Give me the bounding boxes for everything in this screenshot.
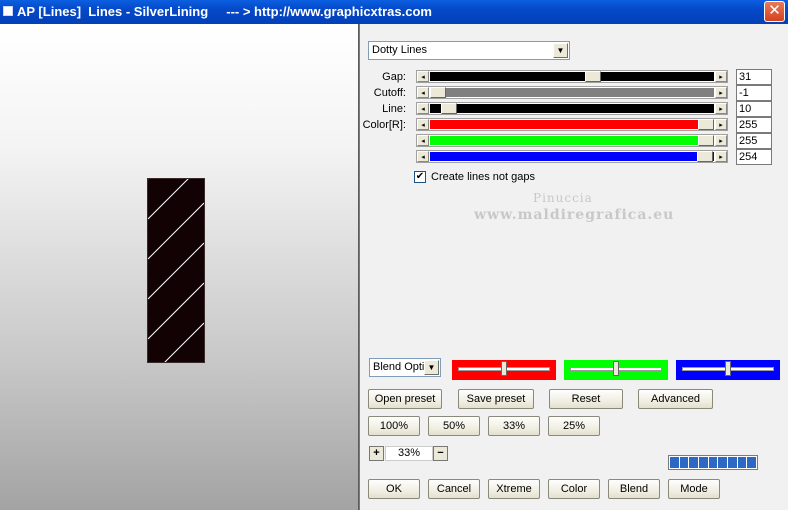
- blend-options-value: Blend Optio: [373, 361, 425, 373]
- zoom-50-button[interactable]: 50%: [428, 416, 480, 436]
- gap-slider[interactable]: ◂ ▸: [416, 70, 728, 83]
- zoom-25-button[interactable]: 25%: [548, 416, 600, 436]
- chevron-down-icon[interactable]: ▼: [553, 43, 568, 58]
- preset-dropdown-value: Dotty Lines: [372, 44, 428, 56]
- slider-fill: [430, 104, 714, 113]
- zoom-100-button[interactable]: 100%: [368, 416, 420, 436]
- title-bar: AP [Lines] Lines - SilverLining --- > ht…: [0, 0, 788, 24]
- color-r-label: Color[R]:: [362, 119, 406, 131]
- create-lines-label: Create lines not gaps: [431, 171, 535, 183]
- left-arrow-icon[interactable]: ◂: [417, 135, 429, 146]
- mode-button[interactable]: Mode: [668, 479, 720, 499]
- color-b-slider[interactable]: ◂ ▸: [416, 150, 728, 163]
- reset-button[interactable]: Reset: [549, 389, 623, 409]
- color-r-value-field[interactable]: 255: [736, 117, 772, 133]
- check-icon: ✔: [415, 171, 425, 182]
- progress-cell: [679, 457, 689, 468]
- slider-fill: [430, 120, 714, 129]
- slider-thumb[interactable]: [725, 361, 731, 376]
- cutoff-label: Cutoff:: [373, 87, 406, 99]
- color-g-value-field[interactable]: 255: [736, 133, 772, 149]
- progress-cell: [718, 457, 728, 468]
- ok-button[interactable]: OK: [368, 479, 420, 499]
- slider-thumb[interactable]: [698, 135, 714, 146]
- line-label: Line:: [382, 103, 406, 115]
- preview-line: [147, 242, 205, 300]
- color-b-value-field[interactable]: 254: [736, 149, 772, 165]
- open-preset-button[interactable]: Open preset: [368, 389, 442, 409]
- progress-cell: [708, 457, 718, 468]
- left-arrow-icon[interactable]: ◂: [417, 119, 429, 130]
- zoom-out-button[interactable]: −: [433, 446, 448, 461]
- create-lines-checkbox[interactable]: ✔: [414, 171, 426, 183]
- slider-thumb[interactable]: [501, 361, 507, 376]
- line-value-field[interactable]: 10: [736, 101, 772, 117]
- chevron-down-icon[interactable]: ▼: [424, 360, 439, 375]
- preview-line: [147, 202, 205, 260]
- xtreme-button[interactable]: Xtreme: [488, 479, 540, 499]
- save-preset-button[interactable]: Save preset: [458, 389, 534, 409]
- blend-button[interactable]: Blend: [608, 479, 660, 499]
- slider-fill: [430, 136, 714, 145]
- right-arrow-icon[interactable]: ▸: [715, 87, 727, 98]
- gap-value-field[interactable]: 31: [736, 69, 772, 85]
- left-arrow-icon[interactable]: ◂: [417, 87, 429, 98]
- progress-cell: [670, 457, 679, 468]
- preview-image: [147, 122, 205, 460]
- zoom-in-button[interactable]: +: [369, 446, 384, 461]
- preview-line: [147, 322, 205, 380]
- zoom-33-button[interactable]: 33%: [488, 416, 540, 436]
- cancel-button[interactable]: Cancel: [428, 479, 480, 499]
- progress-cell: [728, 457, 737, 468]
- left-arrow-icon[interactable]: ◂: [417, 151, 429, 162]
- blend-red-slider[interactable]: [452, 360, 556, 380]
- slider-thumb[interactable]: [441, 103, 457, 114]
- preview-lines: [147, 122, 205, 460]
- progress-cell: [747, 457, 757, 468]
- progress-cell: [689, 457, 699, 468]
- right-arrow-icon[interactable]: ▸: [715, 119, 727, 130]
- blend-green-slider[interactable]: [564, 360, 668, 380]
- right-arrow-icon[interactable]: ▸: [715, 151, 727, 162]
- color-r-slider[interactable]: ◂ ▸: [416, 118, 728, 131]
- slider-thumb[interactable]: [697, 151, 713, 162]
- preview-line: [147, 282, 205, 340]
- slider-thumb[interactable]: [430, 87, 446, 98]
- slider-fill: [430, 88, 714, 97]
- cutoff-value-field[interactable]: -1: [736, 85, 772, 101]
- app-icon[interactable]: [3, 6, 13, 16]
- window-title: AP [Lines] Lines - SilverLining --- > ht…: [17, 4, 432, 19]
- slider-fill: [430, 152, 714, 161]
- left-arrow-icon[interactable]: ◂: [417, 71, 429, 82]
- color-g-slider[interactable]: ◂ ▸: [416, 134, 728, 147]
- gap-label: Gap:: [382, 71, 406, 83]
- color-button[interactable]: Color: [548, 479, 600, 499]
- progress-cell: [699, 457, 708, 468]
- close-button[interactable]: ✕: [764, 1, 785, 22]
- advanced-button[interactable]: Advanced: [638, 389, 713, 409]
- left-arrow-icon[interactable]: ◂: [417, 103, 429, 114]
- slider-fill: [430, 72, 714, 81]
- slider-thumb[interactable]: [613, 361, 619, 376]
- right-arrow-icon[interactable]: ▸: [715, 71, 727, 82]
- zoom-level-field[interactable]: 33%: [385, 446, 433, 461]
- right-arrow-icon[interactable]: ▸: [715, 135, 727, 146]
- blend-options-dropdown[interactable]: Blend Optio ▼: [369, 358, 441, 377]
- preview-line: [147, 162, 205, 220]
- preset-dropdown[interactable]: Dotty Lines ▼: [368, 41, 570, 60]
- watermark-name: Pinuccia: [533, 191, 593, 205]
- watermark-url: www.maldiregrafica.eu: [474, 207, 675, 223]
- right-arrow-icon[interactable]: ▸: [715, 103, 727, 114]
- cutoff-slider[interactable]: ◂ ▸: [416, 86, 728, 99]
- preview-area: [0, 24, 358, 510]
- slider-thumb[interactable]: [698, 119, 714, 130]
- slider-thumb[interactable]: [585, 71, 601, 82]
- progress-bar: [668, 455, 758, 470]
- line-slider[interactable]: ◂ ▸: [416, 102, 728, 115]
- progress-cell: [737, 457, 747, 468]
- blend-blue-slider[interactable]: [676, 360, 780, 380]
